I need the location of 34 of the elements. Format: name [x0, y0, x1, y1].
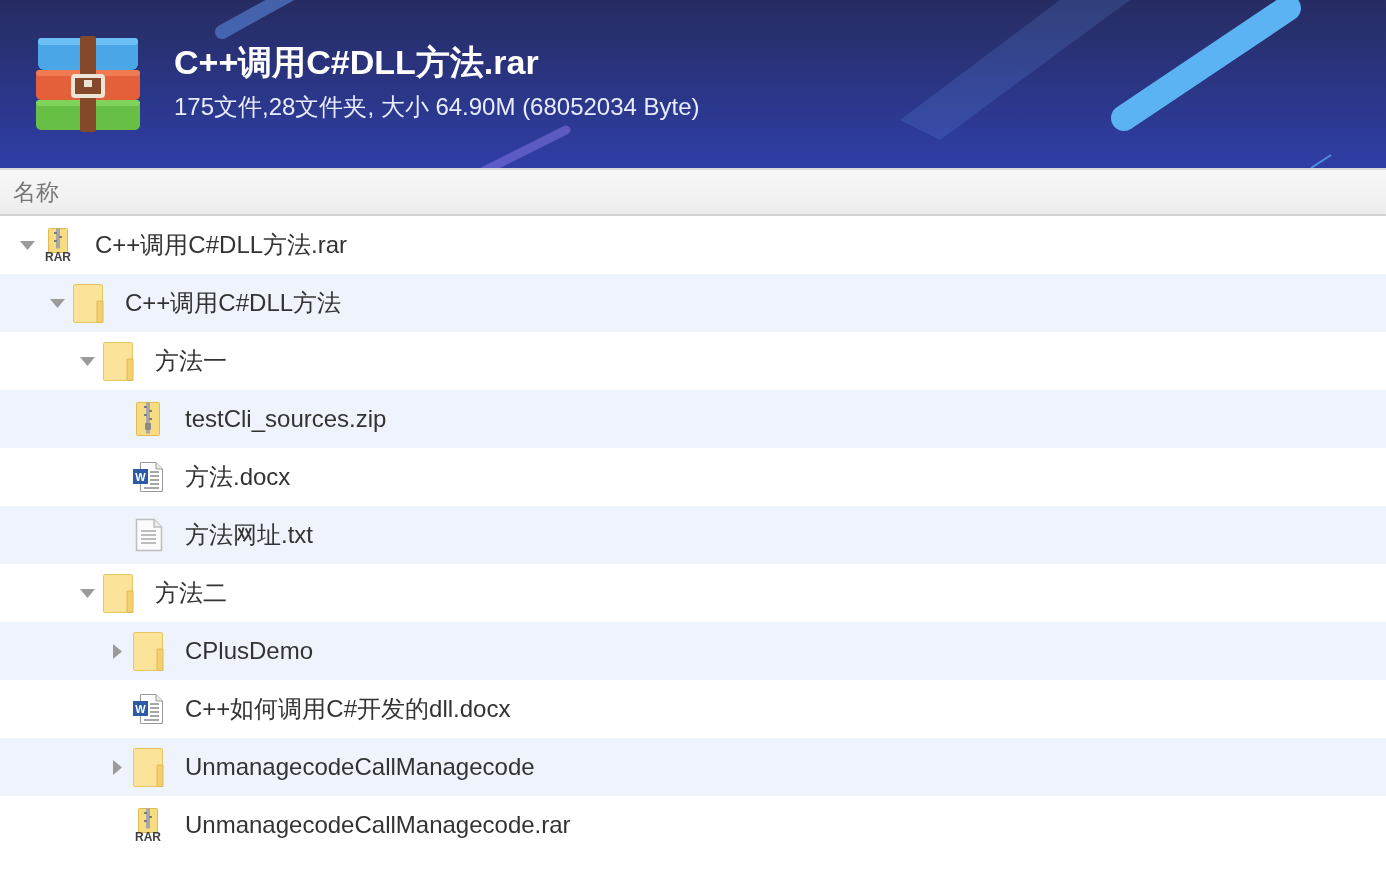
file-name: 方法.docx [185, 462, 291, 492]
folder-icon [72, 283, 104, 323]
zip-file-icon [136, 402, 160, 436]
file-name: 方法一 [155, 346, 227, 376]
file-row[interactable]: testCli_sources.zip [0, 390, 1386, 448]
file-name: 方法网址.txt [185, 520, 313, 550]
folder-icon [132, 747, 164, 787]
caret-right-icon[interactable] [112, 643, 122, 659]
light-streak [1310, 152, 1332, 168]
file-row[interactable]: UnmanagecodeCallManagecode [0, 738, 1386, 796]
file-row[interactable]: 方法网址.txt [0, 506, 1386, 564]
file-name: CPlusDemo [185, 636, 314, 666]
file-name: testCli_sources.zip [185, 404, 387, 434]
folder-icon [102, 573, 134, 613]
archive-title: C++调用C#DLL方法.rar [174, 42, 540, 82]
file-row[interactable]: CPlusDemo [0, 622, 1386, 680]
text-file-icon [133, 518, 163, 552]
archive-summary: 175文件,28文件夹, 大小 64.90M (68052034 Byte) [174, 92, 700, 122]
name-column-header[interactable]: 名称 [13, 174, 59, 210]
file-name: 方法二 [155, 578, 227, 608]
caret-down-icon[interactable] [79, 356, 95, 366]
file-name: UnmanagecodeCallManagecode.rar [185, 810, 571, 840]
caret-down-icon[interactable] [19, 240, 35, 250]
file-name: UnmanagecodeCallManagecode [185, 752, 535, 782]
file-name: C++调用C#DLL方法 [125, 288, 342, 318]
folder-icon [132, 631, 164, 671]
caret-down-icon[interactable] [49, 298, 65, 308]
file-name: C++如何调用C#开发的dll.docx [185, 694, 511, 724]
caret-right-icon[interactable] [112, 759, 122, 775]
book-stack-icon [36, 36, 140, 132]
folder-icon [102, 341, 134, 381]
caret-down-icon[interactable] [79, 588, 95, 598]
file-name: C++调用C#DLL方法.rar [95, 230, 348, 260]
file-row[interactable]: C++调用C#DLL方法 [0, 274, 1386, 332]
